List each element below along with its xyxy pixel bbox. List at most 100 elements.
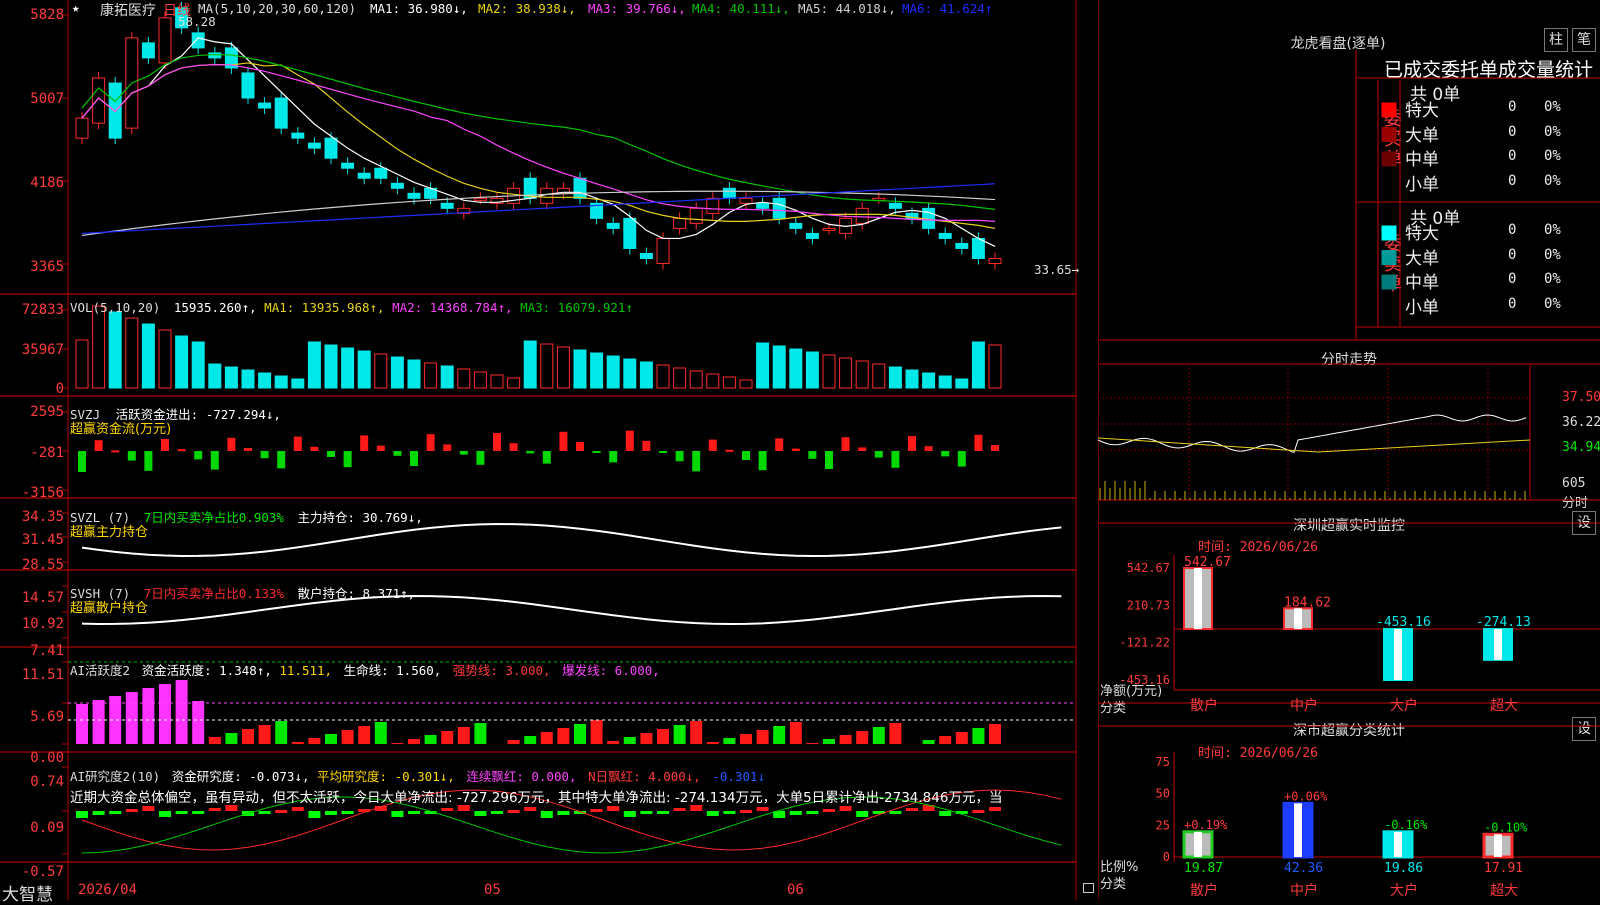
volume-bar (872, 363, 886, 389)
activity-bar (989, 724, 1001, 744)
monitor-bar-highlight (1394, 629, 1402, 680)
fund-flow-bar (293, 436, 302, 451)
svsh-position: 散户持仓: 8.371↑, (297, 586, 416, 601)
candle-body (971, 237, 985, 259)
svzl-y-tick-1: 31.45 (21, 532, 64, 548)
fund-flow-bar (227, 437, 236, 451)
activity-bar (142, 688, 155, 744)
lock-icon[interactable] (1083, 883, 1094, 893)
svzj-subtitle: 超赢资金流(万元) (70, 422, 172, 437)
candle-body (639, 252, 653, 259)
activity-bar (457, 727, 470, 744)
ai-research-commentary: 近期大资金总体偏空，虽有异动，但不太活跃，今日大单净流出: -727.296万元… (70, 790, 1003, 806)
monitor-bar-label: 542.67 (1184, 555, 1231, 570)
activity-bar (408, 739, 420, 744)
candle-body (158, 17, 172, 64)
activity-bar (308, 738, 321, 744)
research-bar (325, 811, 337, 815)
svzl-subtitle: 超赢主力持仓 (70, 525, 149, 540)
volume-bar (175, 335, 189, 389)
volume-bar (141, 323, 155, 389)
stock-name[interactable]: 康拓医疗 (100, 0, 156, 20)
buy-swatch (1381, 151, 1397, 167)
fund-flow-bar (708, 439, 717, 451)
vol-ma2: MA2: 14368.784↑, (392, 300, 513, 315)
ma4-value: MA4: 40.111↓, (692, 1, 790, 16)
volume-bar (158, 329, 172, 389)
buy-swatch (1381, 176, 1397, 191)
favorite-star-icon[interactable]: ★ (72, 0, 80, 15)
activity-bar (341, 730, 354, 744)
svzl-y-tick-0: 34.35 (21, 509, 64, 525)
research-bar (657, 811, 669, 814)
research-bar (623, 811, 636, 817)
low-price-label: 33.65→ (1034, 262, 1080, 277)
fund-flow-bar (509, 443, 518, 451)
volume-bar (208, 363, 222, 389)
vol-y-tick-2: 0 (55, 381, 64, 397)
vol-ma1: MA1: 13935.968↑, (264, 300, 385, 315)
research-bar (972, 810, 985, 813)
activity-bar (789, 722, 802, 744)
activity-bar (391, 743, 404, 744)
date-label-apr: 2026/04 (78, 882, 138, 898)
research-bar (192, 811, 205, 814)
research-bar (507, 810, 520, 813)
fund-flow-bar (808, 451, 817, 459)
research-bar (341, 811, 354, 814)
volume-bar (789, 348, 803, 389)
monitor-bar-label: 184.62 (1284, 595, 1331, 610)
candle-body (656, 237, 670, 265)
candle-body (141, 42, 155, 59)
candle-body (357, 172, 371, 179)
activity-bar (358, 726, 371, 744)
activity-bar (524, 736, 537, 744)
activity-bar (972, 728, 985, 744)
candle-body (855, 207, 869, 224)
volume-bar (507, 377, 521, 389)
date-label-may: 05 (484, 882, 501, 898)
candle-body (390, 182, 404, 189)
volume-bar (540, 343, 554, 389)
research-bar (856, 811, 869, 817)
research-bar (474, 811, 487, 816)
volume-bar (440, 365, 454, 389)
ai-research-label: AI研究度2(10) (70, 769, 161, 784)
activity-bar (374, 722, 387, 744)
right-panel-svg: 542.67 210.73 -121.22 -453.16 542.67 散户 184.62… (1098, 0, 1600, 900)
candle-body (75, 117, 89, 139)
fund-flow-bar (742, 451, 750, 460)
volume-bar (888, 366, 902, 389)
research-bar (76, 811, 88, 818)
monitor-y-tick: 542.67 (1127, 561, 1170, 575)
research-bar (208, 808, 221, 811)
activity-bar (939, 736, 952, 744)
svsh-y-tick-2: 7.41 (30, 643, 64, 659)
fund-flow-bar (841, 437, 850, 451)
main-chart-svg[interactable] (0, 0, 1078, 900)
volume-bar (706, 373, 720, 389)
volume-bar (905, 369, 919, 389)
ai-research-last: -0.301↓ (712, 769, 766, 784)
svsh-subtitle: 超赢散户持仓 (70, 601, 149, 616)
chart-area[interactable] (0, 0, 1078, 900)
volume-bar (274, 375, 288, 389)
activity-bar (208, 737, 221, 744)
activity-bar (623, 737, 636, 744)
volume-bar (556, 346, 570, 389)
volume-bar (258, 372, 272, 389)
monitor-category-label: 超大 (1490, 698, 1518, 714)
research-bar (524, 807, 537, 811)
volume-bar (523, 340, 537, 389)
classify-value-label: 19.86 (1384, 861, 1423, 876)
activity-bar (806, 743, 819, 744)
ai-active-y-tick-1: 5.69 (30, 709, 64, 725)
candle-body (756, 202, 770, 209)
activity-bar (756, 730, 769, 744)
ai-research-y-tick-2: -0.57 (21, 864, 64, 880)
activity-bar (92, 700, 105, 744)
research-bar (109, 811, 122, 814)
candle-body (407, 192, 421, 199)
fund-flow-bar (376, 445, 385, 451)
fund-flow-bar (991, 445, 999, 451)
